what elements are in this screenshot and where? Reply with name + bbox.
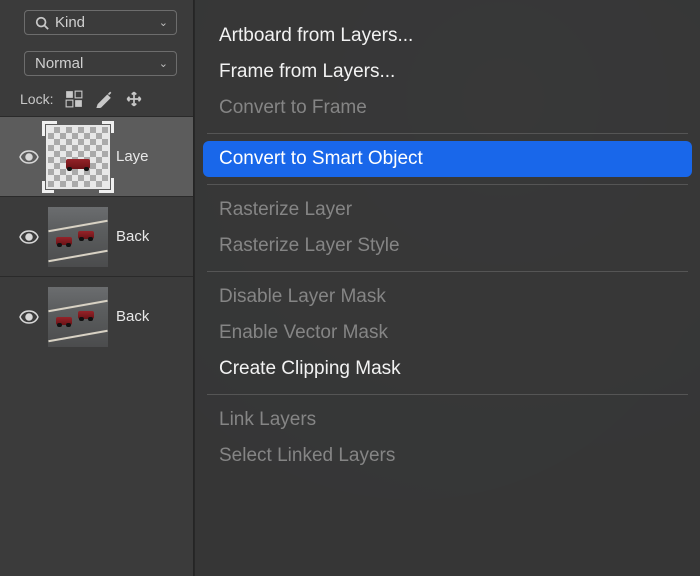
- menu-separator: [207, 394, 688, 395]
- layer-thumbnail[interactable]: [48, 207, 108, 267]
- visibility-toggle[interactable]: [18, 150, 40, 164]
- menu-create-clipping-mask[interactable]: Create Clipping Mask: [195, 351, 700, 387]
- lock-transparent-icon[interactable]: [65, 90, 83, 108]
- menu-disable-layer-mask: Disable Layer Mask: [195, 279, 700, 315]
- menu-rasterize-layer: Rasterize Layer: [195, 192, 700, 228]
- blend-mode-dropdown[interactable]: Normal ⌄: [24, 51, 177, 76]
- menu-frame-from-layers[interactable]: Frame from Layers...: [195, 54, 700, 90]
- visibility-toggle[interactable]: [18, 310, 40, 324]
- layer-name: Back: [116, 228, 149, 245]
- search-icon: [35, 16, 49, 30]
- chevron-down-icon: ⌄: [159, 16, 168, 29]
- menu-separator: [207, 184, 688, 185]
- layer-name: Back: [116, 308, 149, 325]
- visibility-toggle[interactable]: [18, 230, 40, 244]
- menu-separator: [207, 133, 688, 134]
- layers-panel: Kind ⌄ Normal ⌄ Lock:: [0, 0, 194, 576]
- layer-thumbnail[interactable]: [48, 127, 108, 187]
- layer-row[interactable]: Back: [0, 276, 193, 356]
- menu-link-layers: Link Layers: [195, 402, 700, 438]
- layer-name: Laye: [116, 148, 149, 165]
- menu-convert-to-frame: Convert to Frame: [195, 90, 700, 126]
- layers-filter-row: Kind ⌄: [0, 0, 193, 45]
- layer-row[interactable]: Back: [0, 196, 193, 276]
- layer-list: Laye Back: [0, 116, 193, 356]
- lock-brush-icon[interactable]: [95, 90, 113, 108]
- menu-enable-vector-mask: Enable Vector Mask: [195, 315, 700, 351]
- layers-filter-dropdown[interactable]: Kind ⌄: [24, 10, 177, 35]
- layer-row[interactable]: Laye: [0, 116, 193, 196]
- lock-row: Lock:: [0, 82, 193, 116]
- lock-position-icon[interactable]: [125, 90, 143, 108]
- menu-select-linked-layers: Select Linked Layers: [195, 438, 700, 474]
- menu-separator: [207, 271, 688, 272]
- menu-convert-to-smart-object[interactable]: Convert to Smart Object: [203, 141, 692, 177]
- layer-context-menu: Artboard from Layers... Frame from Layer…: [194, 0, 700, 576]
- chevron-down-icon: ⌄: [159, 57, 168, 70]
- blend-mode-row: Normal ⌄: [0, 45, 193, 82]
- filter-label: Kind: [55, 14, 85, 31]
- menu-rasterize-layer-style: Rasterize Layer Style: [195, 228, 700, 264]
- menu-artboard-from-layers[interactable]: Artboard from Layers...: [195, 18, 700, 54]
- layer-thumbnail[interactable]: [48, 287, 108, 347]
- blend-mode-value: Normal: [35, 55, 83, 72]
- lock-label: Lock:: [20, 91, 53, 107]
